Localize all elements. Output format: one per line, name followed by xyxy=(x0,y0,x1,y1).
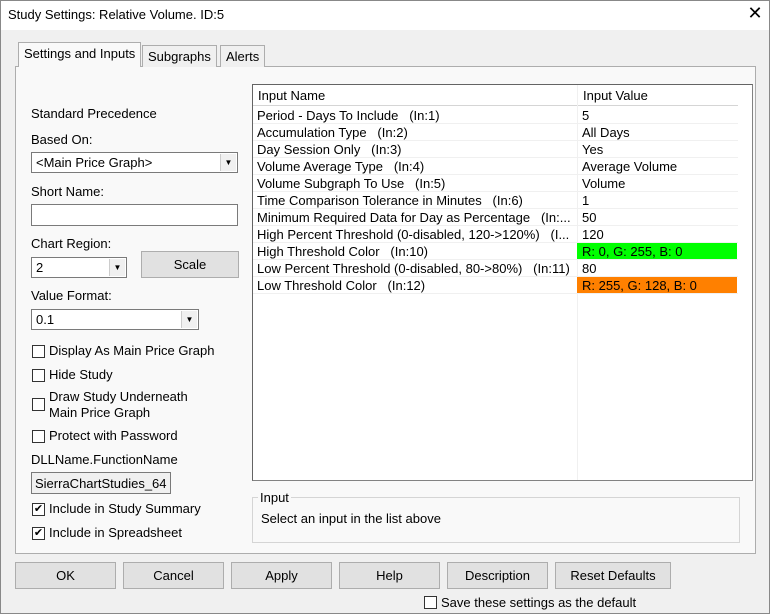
description-button[interactable]: Description xyxy=(447,562,548,589)
input-value[interactable]: 5 xyxy=(577,107,737,123)
include-spreadsheet-checkbox[interactable]: ✔ xyxy=(32,527,45,540)
help-button[interactable]: Help xyxy=(339,562,440,589)
standard-precedence-label: Standard Precedence xyxy=(31,106,157,121)
window-title: Study Settings: Relative Volume. ID:5 xyxy=(8,7,225,22)
include-summary-checkbox[interactable]: ✔ xyxy=(32,503,45,516)
apply-button[interactable]: Apply xyxy=(231,562,332,589)
table-row[interactable]: Accumulation Type (In:2) All Days xyxy=(253,124,738,141)
chart-region-select[interactable]: 2 ▼ xyxy=(31,257,127,278)
short-name-input[interactable] xyxy=(31,204,238,226)
based-on-value: <Main Price Graph> xyxy=(36,155,153,170)
based-on-select[interactable]: <Main Price Graph> ▼ xyxy=(31,152,238,173)
ok-button[interactable]: OK xyxy=(15,562,116,589)
input-value[interactable]: Average Volume xyxy=(577,158,737,174)
input-name: Low Threshold Color (In:12) xyxy=(257,278,426,293)
input-value[interactable]: All Days xyxy=(577,124,737,140)
table-row[interactable]: Period - Days To Include (In:1) 5 xyxy=(253,107,738,124)
display-as-main-checkbox[interactable] xyxy=(32,345,45,358)
input-name: High Threshold Color (In:10) xyxy=(257,244,429,259)
input-name: Day Session Only (In:3) xyxy=(257,142,402,157)
input-name: High Percent Threshold (0-disabled, 120-… xyxy=(257,227,570,242)
table-row[interactable]: Volume Average Type (In:4) Average Volume xyxy=(253,158,738,175)
input-value[interactable]: Volume xyxy=(577,175,737,191)
column-header-input-name[interactable]: Input Name xyxy=(253,85,578,106)
input-value[interactable]: R: 0, G: 255, B: 0 xyxy=(577,243,737,259)
table-row[interactable]: High Threshold Color (In:10) R: 0, G: 255… xyxy=(253,243,738,260)
include-summary-label: Include in Study Summary xyxy=(49,501,201,516)
input-name: Volume Average Type (In:4) xyxy=(257,159,425,174)
cancel-button[interactable]: Cancel xyxy=(123,562,224,589)
save-default-label: Save these settings as the default xyxy=(441,595,637,610)
draw-underneath-label-2: Main Price Graph xyxy=(49,405,151,420)
chevron-down-icon: ▼ xyxy=(109,259,125,276)
input-description: Select an input in the list above xyxy=(261,511,441,526)
hide-study-label: Hide Study xyxy=(49,367,113,382)
reset-defaults-button[interactable]: Reset Defaults xyxy=(555,562,671,589)
table-row[interactable]: Low Percent Threshold (0-disabled, 80->8… xyxy=(253,260,738,277)
chart-region-value: 2 xyxy=(36,260,44,275)
hide-study-checkbox[interactable] xyxy=(32,369,45,382)
chart-region-label: Chart Region: xyxy=(31,236,112,251)
input-value[interactable]: Yes xyxy=(577,141,737,157)
input-value[interactable]: 80 xyxy=(577,260,737,276)
include-spreadsheet-label: Include in Spreadsheet xyxy=(49,525,182,540)
value-format-value: 0.1 xyxy=(36,312,55,327)
protect-password-checkbox[interactable] xyxy=(32,430,45,443)
chevron-down-icon: ▼ xyxy=(220,154,236,171)
protect-password-label: Protect with Password xyxy=(49,428,178,443)
tab-subgraphs[interactable]: Subgraphs xyxy=(142,45,217,67)
table-row[interactable]: High Percent Threshold (0-disabled, 120-… xyxy=(253,226,738,243)
close-icon[interactable]: ✕ xyxy=(744,3,766,24)
value-format-select[interactable]: 0.1 ▼ xyxy=(31,309,199,330)
table-row[interactable]: Minimum Required Data for Day as Percent… xyxy=(253,209,738,226)
scale-button[interactable]: Scale xyxy=(141,251,239,278)
input-name: Accumulation Type (In:2) xyxy=(257,125,408,140)
input-value[interactable]: 50 xyxy=(577,209,737,225)
chevron-down-icon: ▼ xyxy=(181,311,197,328)
based-on-label: Based On: xyxy=(31,132,93,147)
input-value[interactable]: 1 xyxy=(577,192,737,208)
dll-label: DLLName.FunctionName xyxy=(31,452,178,467)
inputs-table: Input Name Input Value Period - Days To … xyxy=(252,84,753,481)
input-name: Low Percent Threshold (0-disabled, 80->8… xyxy=(257,261,570,276)
table-row[interactable]: Volume Subgraph To Use (In:5) Volume xyxy=(253,175,738,192)
short-name-label: Short Name: xyxy=(31,184,104,199)
input-name: Period - Days To Include (In:1) xyxy=(257,108,440,123)
table-row[interactable]: Low Threshold Color (In:12) R: 255, G: 12… xyxy=(253,277,738,294)
display-as-main-label: Display As Main Price Graph xyxy=(49,343,215,358)
draw-underneath-label: Draw Study Underneath xyxy=(49,389,188,404)
table-row[interactable]: Time Comparison Tolerance in Minutes (In… xyxy=(253,192,738,209)
dll-field: SierraChartStudies_64 xyxy=(31,472,171,494)
input-value[interactable]: R: 255, G: 128, B: 0 xyxy=(577,277,737,293)
column-header-input-value[interactable]: Input Value xyxy=(578,85,738,106)
tab-settings-and-inputs[interactable]: Settings and Inputs xyxy=(18,42,142,67)
input-name: Minimum Required Data for Day as Percent… xyxy=(257,210,571,225)
input-name: Time Comparison Tolerance in Minutes (In… xyxy=(257,193,523,208)
input-value[interactable]: 120 xyxy=(577,226,737,242)
save-default-checkbox[interactable] xyxy=(424,596,437,609)
input-name: Volume Subgraph To Use (In:5) xyxy=(257,176,446,191)
draw-underneath-checkbox[interactable] xyxy=(32,398,45,411)
tab-alerts[interactable]: Alerts xyxy=(220,45,266,67)
table-row[interactable]: Day Session Only (In:3) Yes xyxy=(253,141,738,158)
value-format-label: Value Format: xyxy=(31,288,112,303)
input-group-title: Input xyxy=(258,490,291,505)
